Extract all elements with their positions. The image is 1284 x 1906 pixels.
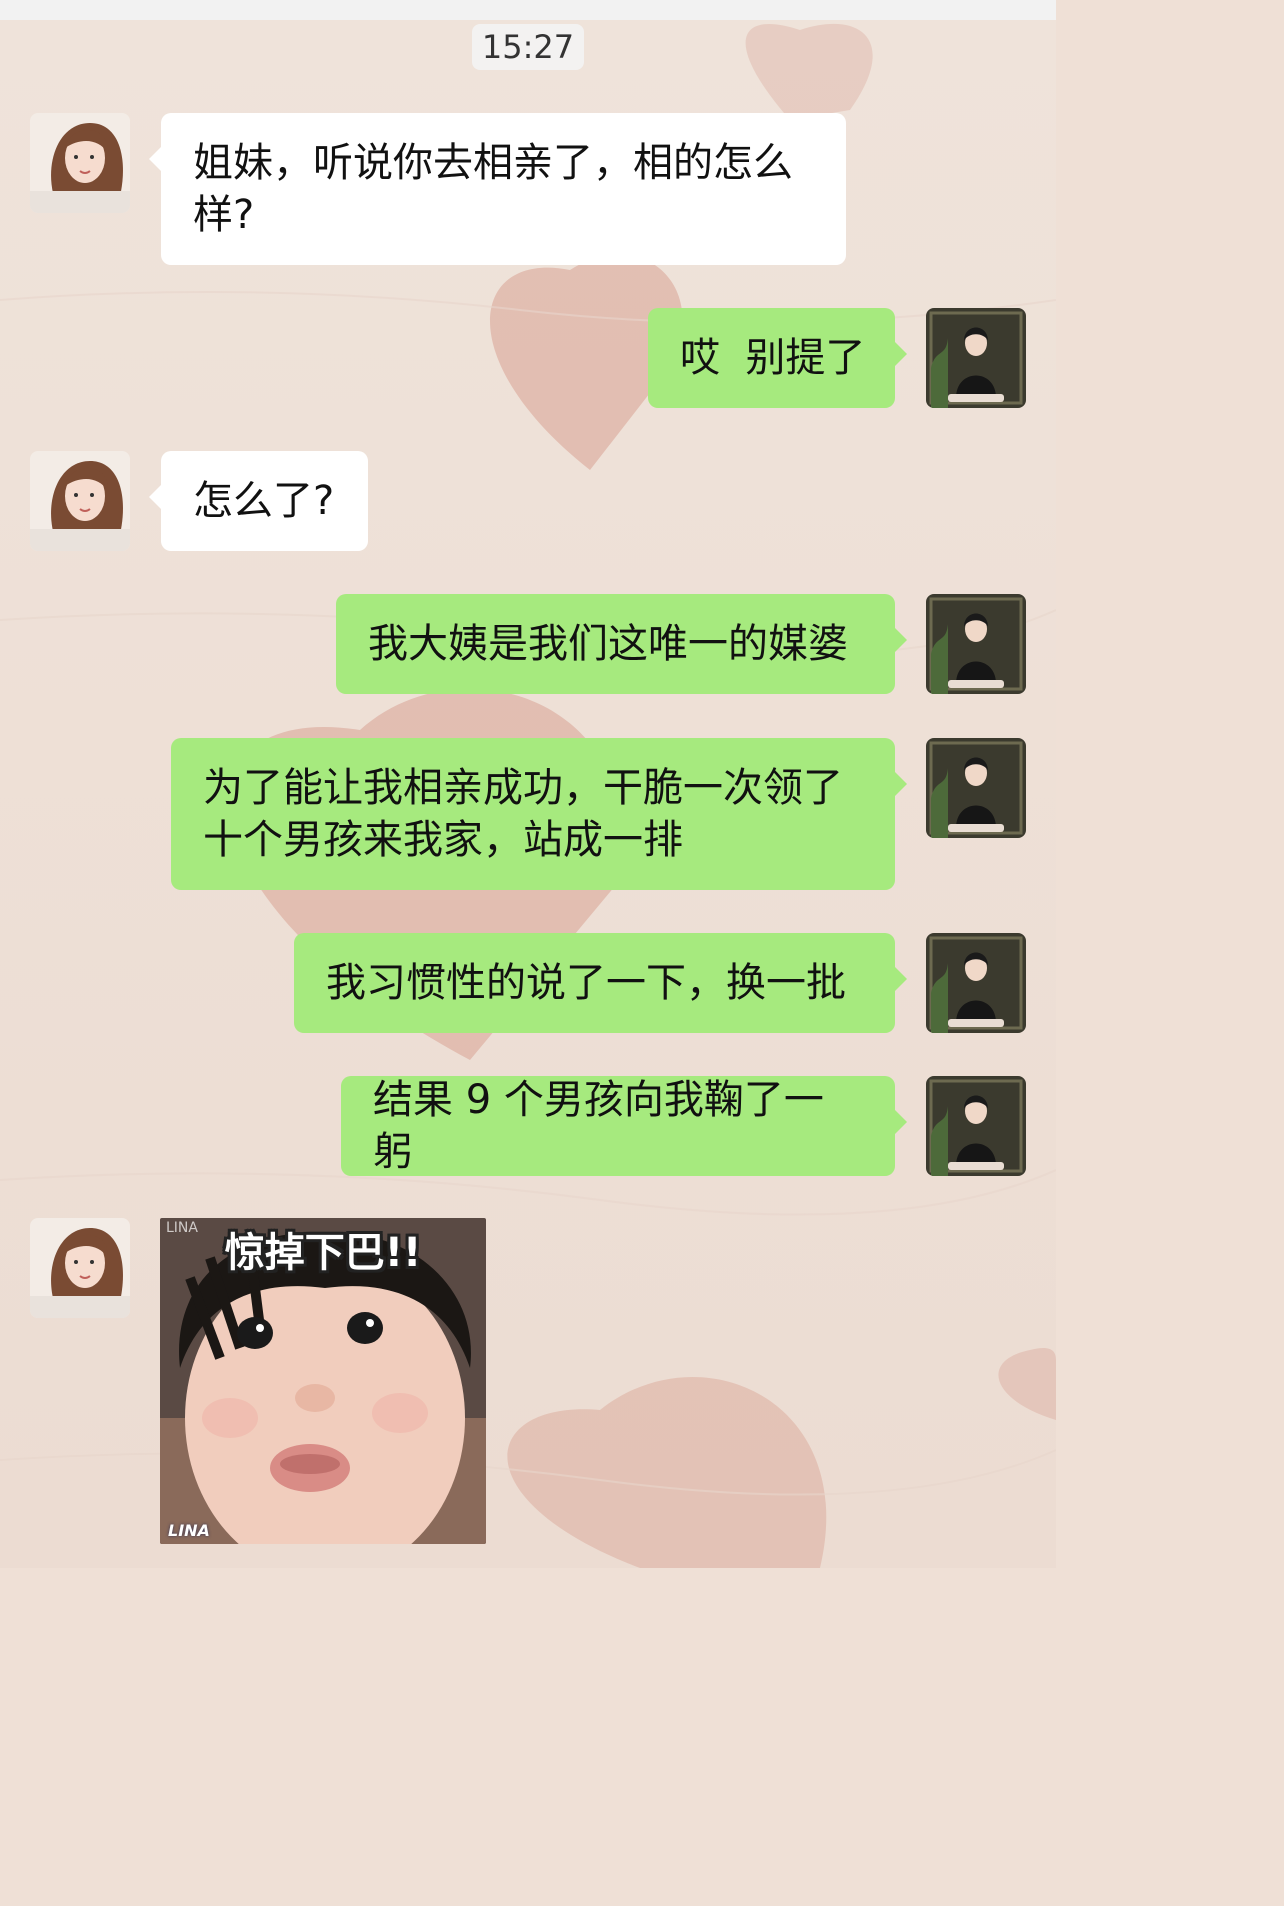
message-bubble-outgoing[interactable]: 哎 别提了 — [648, 308, 907, 408]
my-avatar[interactable] — [926, 308, 1026, 408]
my-avatar-icon — [926, 738, 1026, 838]
my-avatar-icon — [926, 594, 1026, 694]
message-timestamp: 15:27 — [472, 24, 584, 70]
message-text: 为了能让我相亲成功，干脆一次领了十个男孩来我家，站成一排 — [203, 765, 843, 863]
my-avatar[interactable] — [926, 594, 1026, 694]
friend-avatar-icon — [30, 1218, 130, 1318]
my-avatar[interactable] — [926, 1076, 1026, 1176]
sticker-watermark: LINA — [168, 1521, 210, 1540]
message-text: 姐妹，听说你去相亲了，相的怎么样? — [193, 140, 793, 238]
my-avatar[interactable] — [926, 933, 1026, 1033]
friend-avatar[interactable] — [30, 451, 130, 551]
message-bubble-outgoing[interactable]: 为了能让我相亲成功，干脆一次领了十个男孩来我家，站成一排 — [171, 738, 907, 890]
message-bubble-outgoing[interactable]: 我大姨是我们这唯一的媒婆 — [336, 594, 907, 694]
my-avatar-icon — [926, 1076, 1026, 1176]
message-bubble-incoming[interactable]: 怎么了? — [149, 451, 368, 551]
friend-avatar[interactable] — [30, 113, 130, 213]
sticker-caption: 惊掉下巴!! — [224, 1230, 422, 1276]
sticker-watermark-top: LINA — [166, 1220, 198, 1236]
message-text: 哎 别提了 — [680, 335, 866, 381]
message-text: 我习惯性的说了一下，换一批 — [326, 960, 846, 1006]
my-avatar[interactable] — [926, 738, 1026, 838]
message-text: 我大姨是我们这唯一的媒婆 — [368, 621, 848, 667]
my-avatar-icon — [926, 308, 1026, 408]
my-avatar-icon — [926, 933, 1026, 1033]
message-bubble-incoming[interactable]: 姐妹，听说你去相亲了，相的怎么样? — [149, 113, 846, 265]
message-text: 结果 9 个男孩向我鞠了一躬 — [373, 1077, 824, 1175]
friend-avatar-icon — [30, 451, 130, 551]
message-text: 怎么了? — [193, 478, 335, 524]
message-bubble-outgoing[interactable]: 结果 9 个男孩向我鞠了一躬 — [341, 1076, 907, 1176]
message-bubble-outgoing[interactable]: 我习惯性的说了一下，换一批 — [294, 933, 907, 1033]
friend-avatar-icon — [30, 113, 130, 213]
sticker-message[interactable]: 惊掉下巴!! LINA LINA — [160, 1218, 486, 1544]
friend-avatar[interactable] — [30, 1218, 130, 1318]
